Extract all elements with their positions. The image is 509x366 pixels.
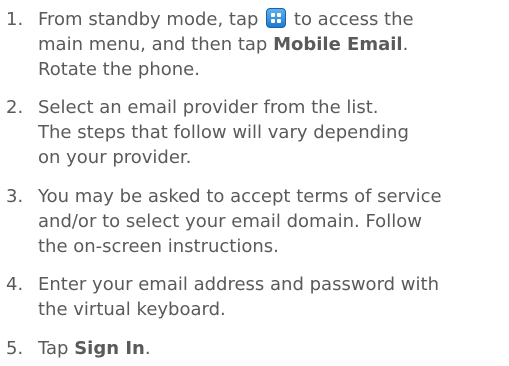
step-number: 3.: [6, 186, 24, 207]
step-line: Rotate the phone.: [38, 59, 200, 80]
main-menu-grid-icon: [266, 8, 287, 28]
step-number: 2.: [6, 97, 24, 118]
step-text: From standby mode, tap to access the mai…: [38, 7, 506, 82]
step-line: The steps that follow will vary dependin…: [38, 122, 409, 143]
step-line: main menu, and then tap Mobile Email.: [38, 32, 506, 57]
step-text: Select an email provider from the list. …: [38, 95, 506, 170]
step-number: 1.: [6, 9, 24, 30]
step-line-text: main menu, and then tap: [38, 34, 268, 55]
step-line: the on-screen instructions.: [38, 236, 279, 257]
step-line: Enter your email address and password wi…: [38, 274, 439, 295]
step-line: the virtual keyboard.: [38, 299, 226, 320]
step-text: You may be asked to accept terms of serv…: [38, 184, 506, 259]
step-line-text: From standby mode, tap: [38, 9, 259, 30]
step-line: Tap Sign In.: [38, 336, 506, 361]
step-line: on your provider.: [38, 147, 192, 168]
step-line-text: Tap: [38, 338, 69, 359]
step-line: From standby mode, tap to access the: [38, 7, 506, 32]
step-text: Enter your email address and password wi…: [38, 272, 506, 322]
step-line: Select an email provider from the list.: [38, 97, 379, 118]
step-number: 4.: [6, 274, 24, 295]
step-number: 5.: [6, 338, 24, 359]
step-line-text: .: [402, 34, 409, 55]
sign-in-label: Sign In: [74, 338, 145, 359]
step-line-text: to access the: [293, 9, 414, 30]
step-line: and/or to select your email domain. Foll…: [38, 211, 422, 232]
step-text: Tap Sign In.: [38, 336, 506, 361]
mobile-email-label: Mobile Email: [273, 34, 403, 55]
step-line-text: .: [144, 338, 151, 359]
step-line: You may be asked to accept terms of serv…: [38, 186, 442, 207]
